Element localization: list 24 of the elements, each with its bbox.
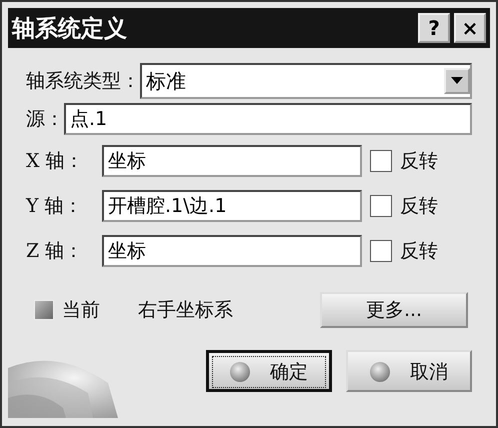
reverse-label: 反转 xyxy=(400,148,438,174)
current-label: 当前 xyxy=(62,298,100,323)
axis-type-label: 轴系统类型： xyxy=(26,69,140,94)
axis-field[interactable]: 开槽腔.1\边.1 xyxy=(102,190,362,222)
axis-field[interactable]: 坐标 xyxy=(102,144,362,176)
cancel-button[interactable]: 取消 xyxy=(346,350,472,392)
axis-type-dropdown[interactable]: 标准 xyxy=(140,63,472,99)
more-button[interactable]: 更多... xyxy=(320,292,468,328)
axis-label: Y 轴： xyxy=(26,194,84,218)
reverse-checkbox[interactable] xyxy=(370,240,392,262)
close-button[interactable]: × xyxy=(454,13,486,43)
ok-button[interactable]: 确定 xyxy=(206,350,332,392)
reverse-label: 反转 xyxy=(400,194,438,218)
origin-field[interactable]: 点.1 xyxy=(64,103,472,135)
axis-field[interactable]: 坐标 xyxy=(102,234,362,266)
reverse-checkbox[interactable] xyxy=(370,194,392,216)
handedness-label: 右手坐标系 xyxy=(138,298,233,323)
origin-label: 源： xyxy=(26,107,64,132)
reverse-checkbox[interactable] xyxy=(370,150,392,172)
axis-label: X 轴： xyxy=(26,148,85,174)
help-button[interactable]: ? xyxy=(418,13,450,43)
reverse-label: 反转 xyxy=(400,238,438,264)
axis-label: Z 轴： xyxy=(26,238,84,264)
window-title: 轴系统定义 xyxy=(12,14,127,44)
